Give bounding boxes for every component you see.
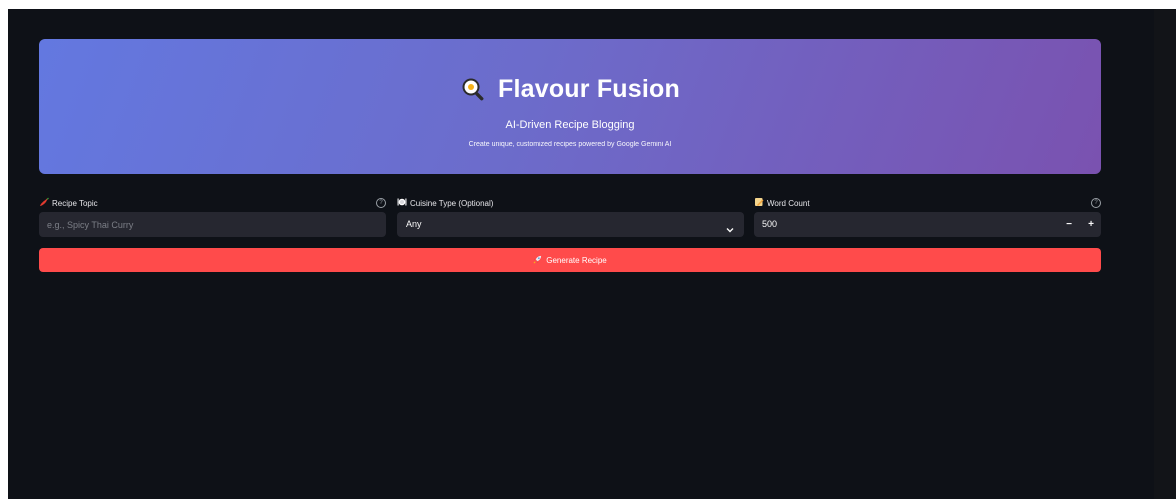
word-count-value[interactable]: 500: [762, 212, 777, 237]
frying-pan-egg-icon: [460, 76, 488, 104]
word-count-stepper[interactable]: 500 − +: [754, 212, 1101, 237]
recipe-topic-field[interactable]: [39, 212, 386, 237]
word-count-help-icon[interactable]: ?: [1091, 198, 1101, 208]
decrement-button[interactable]: −: [1061, 212, 1077, 237]
chili-pepper-icon: [39, 197, 49, 209]
recipe-topic-input[interactable]: [39, 212, 386, 237]
recipe-topic-help-icon[interactable]: ?: [376, 198, 386, 208]
recipe-topic-label-text: Recipe Topic: [52, 198, 98, 208]
hero-title-row: Flavour Fusion: [39, 75, 1101, 104]
chevron-down-icon[interactable]: [726, 221, 734, 233]
word-count-label-text: Word Count: [767, 198, 810, 208]
cuisine-type-selected-value: Any: [406, 219, 422, 229]
scrollbar-track[interactable]: [1154, 9, 1176, 499]
word-count-label: Word Count: [754, 197, 810, 209]
rocket-icon: [533, 255, 542, 266]
recipe-topic-label: Recipe Topic: [39, 197, 98, 209]
page-description: Create unique, customized recipes powere…: [468, 141, 672, 148]
plate-cutlery-icon: [397, 197, 407, 209]
cuisine-type-select[interactable]: Any: [397, 212, 744, 237]
page-subtitle: AI-Driven Recipe Blogging: [505, 119, 635, 131]
generate-recipe-label: Generate Recipe: [546, 255, 607, 265]
generate-recipe-button[interactable]: Generate Recipe: [39, 248, 1101, 272]
cuisine-type-label: Cuisine Type (Optional): [397, 197, 493, 209]
hero-banner: Flavour Fusion AI-Driven Recipe Blogging…: [39, 39, 1101, 174]
cuisine-type-label-text: Cuisine Type (Optional): [410, 198, 494, 208]
memo-icon: [754, 197, 764, 209]
increment-button[interactable]: +: [1083, 212, 1099, 237]
page-title: Flavour Fusion: [498, 75, 680, 103]
